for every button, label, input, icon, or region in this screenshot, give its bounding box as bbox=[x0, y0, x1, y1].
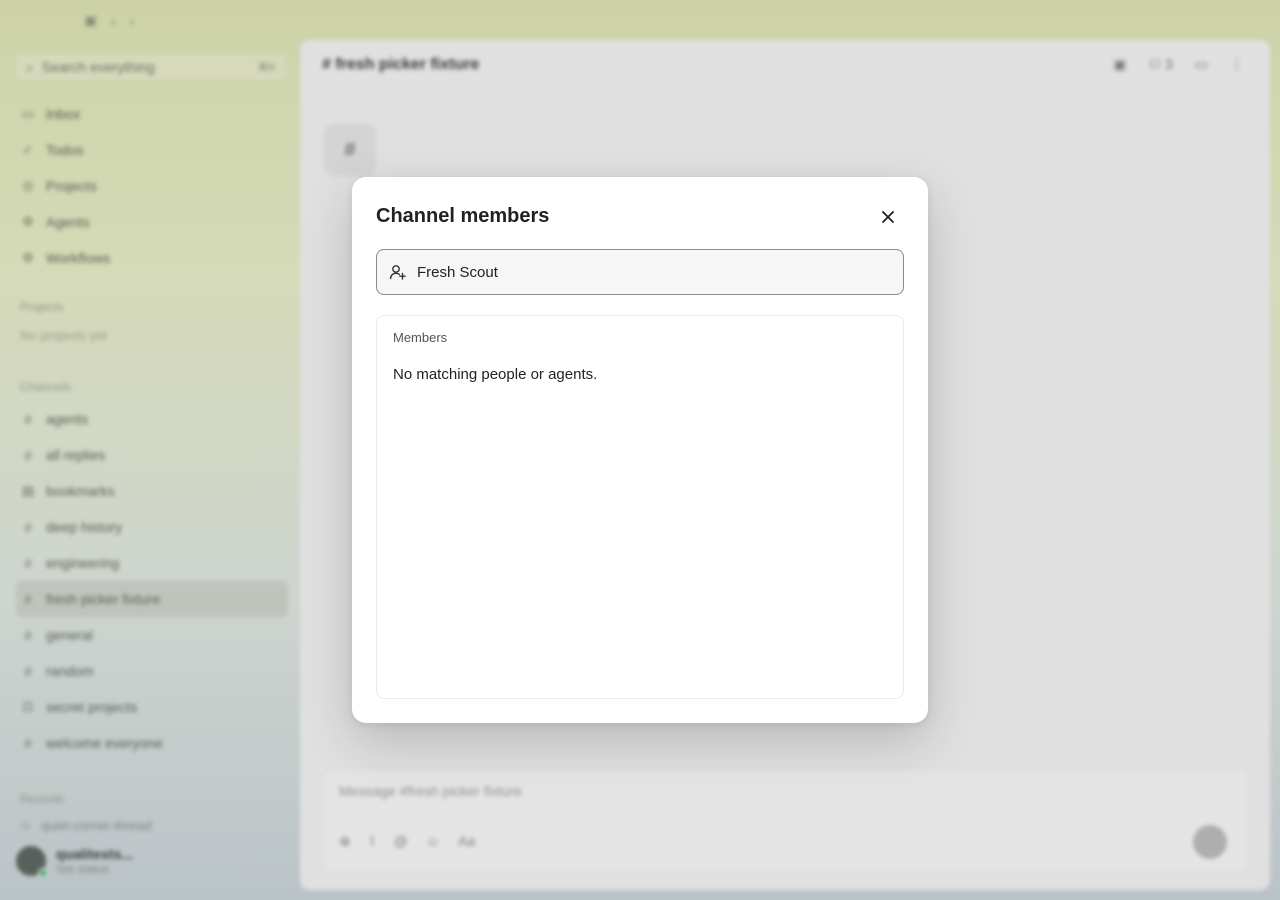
add-person-icon bbox=[389, 265, 406, 280]
close-button[interactable] bbox=[876, 205, 900, 229]
member-search-input[interactable] bbox=[417, 263, 903, 281]
dialog-title: Channel members bbox=[376, 205, 550, 227]
members-list: Members No matching people or agents. bbox=[376, 315, 904, 699]
member-search-field[interactable] bbox=[376, 249, 904, 295]
empty-state-message: No matching people or agents. bbox=[393, 366, 598, 383]
channel-members-dialog: Channel members Members No matching peop… bbox=[352, 177, 928, 723]
close-icon bbox=[882, 211, 894, 223]
members-section-label: Members bbox=[393, 330, 448, 345]
